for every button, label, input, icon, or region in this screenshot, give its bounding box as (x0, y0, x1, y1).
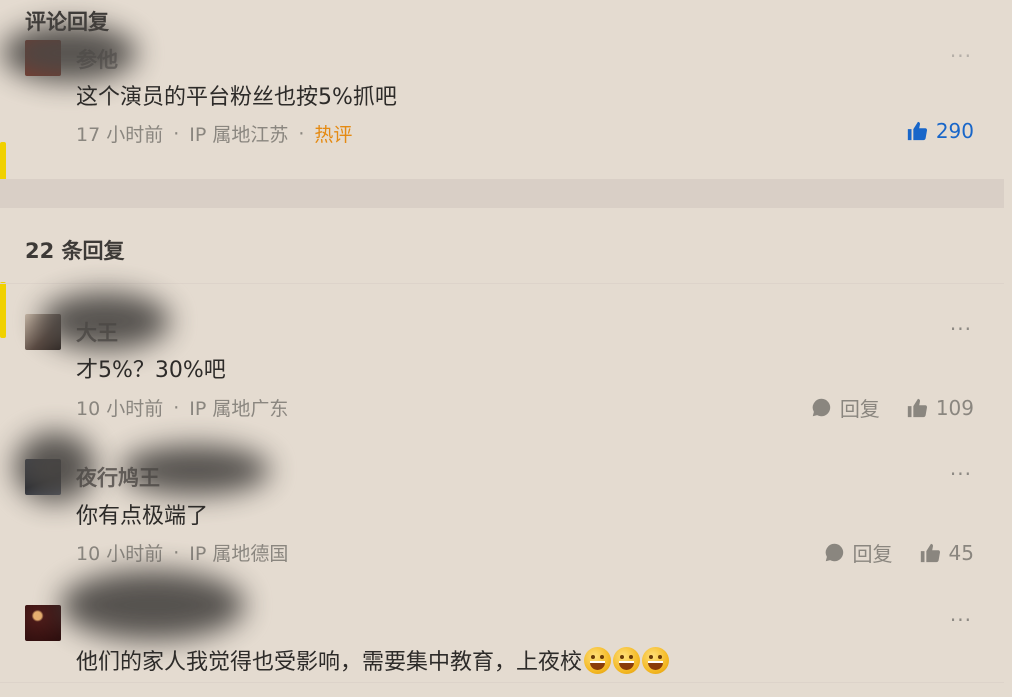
reply-button[interactable]: 回复 (824, 538, 893, 567)
username-redaction-blur (40, 292, 170, 350)
timestamp: 17 小时前 (76, 124, 164, 146)
comment-reply-page: 评论回复 参他 ··· 这个演员的平台粉丝也按5%抓吧 17 小时前 · IP … (0, 0, 1012, 697)
timestamp: 10 小时前 (76, 543, 164, 565)
hot-comment-badge: 热评 (314, 124, 353, 146)
ip-location: IP 属地德国 (189, 543, 289, 565)
ip-location: IP 属地广东 (189, 398, 289, 420)
comment-actions: 290 (906, 119, 974, 143)
divider-line (0, 682, 1004, 683)
like-button[interactable]: 45 (919, 541, 974, 565)
meta-separator: · (298, 122, 305, 145)
more-options-button[interactable]: ··· (950, 44, 972, 68)
thumbs-up-icon (906, 120, 928, 142)
avatar[interactable] (25, 605, 61, 641)
comment-meta: 17 小时前 · IP 属地江苏 · 热评 (76, 120, 352, 147)
comment-meta: 10 小时前 · IP 属地广东 (76, 394, 288, 421)
divider-line (0, 283, 1004, 284)
more-options-button[interactable]: ··· (950, 608, 972, 632)
username-redaction-blur (2, 24, 137, 82)
grinning-face-emoji (613, 647, 641, 674)
username-redaction-blur (120, 445, 270, 495)
ip-location: IP 属地江苏 (189, 124, 289, 146)
timestamp: 10 小时前 (76, 398, 164, 420)
meta-separator: · (173, 541, 180, 564)
username-redaction-blur (15, 432, 95, 502)
scroll-marker (0, 282, 6, 338)
meta-separator: · (173, 396, 180, 419)
like-count: 45 (948, 540, 974, 565)
comment-content: 他们的家人我觉得也受影响，需要集中教育，上夜校 (76, 644, 670, 676)
reply-button[interactable]: 回复 (811, 393, 880, 422)
thumbs-up-icon (906, 397, 928, 419)
more-options-button[interactable]: ··· (950, 462, 972, 486)
more-options-button[interactable]: ··· (950, 317, 972, 341)
like-button[interactable]: 290 (906, 119, 974, 143)
meta-separator: · (173, 122, 180, 145)
speech-bubble-icon (824, 542, 845, 563)
comment-content: 才5%？30%吧 (76, 358, 226, 383)
reply-label: 回复 (839, 397, 880, 421)
like-count: 109 (935, 395, 974, 420)
comment-text: 他们的家人我觉得也受影响，需要集中教育，上夜校 (76, 650, 583, 675)
section-divider (0, 179, 1004, 208)
speech-bubble-icon (811, 397, 832, 418)
comment-meta: 10 小时前 · IP 属地德国 (76, 539, 288, 566)
comment-actions: 回复 45 (824, 538, 974, 567)
replies-count-title: 22 条回复 (25, 239, 125, 263)
comment-content: 你有点极端了 (76, 504, 209, 529)
like-count: 290 (935, 119, 974, 143)
grinning-face-emoji (642, 647, 670, 674)
thumbs-up-icon (919, 542, 941, 564)
comment-content: 这个演员的平台粉丝也按5%抓吧 (76, 85, 397, 110)
like-button[interactable]: 109 (906, 396, 974, 420)
username-redaction-blur (60, 570, 245, 640)
comment-actions: 回复 109 (811, 393, 974, 422)
grinning-face-emoji (584, 647, 612, 674)
reply-label: 回复 (852, 542, 893, 566)
